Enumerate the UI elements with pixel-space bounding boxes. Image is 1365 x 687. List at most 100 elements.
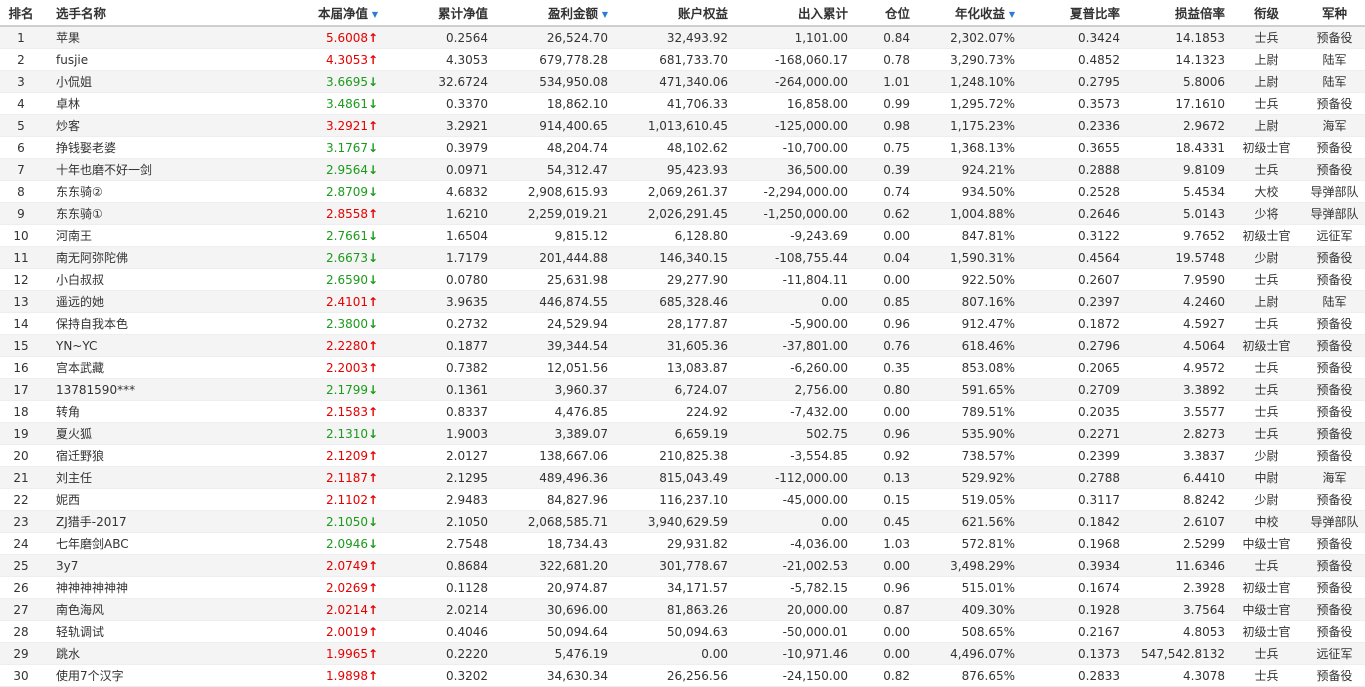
arrow-down-icon: ↓ [368,250,379,265]
cell-player-name[interactable]: 河南王 [42,224,242,247]
table-row[interactable]: 14 保持自我本色 2.3800↓ 0.2732 24,529.94 28,177.87-… [0,312,1365,335]
table-row[interactable]: 8 东东骑② 2.8709↓ 4.6832 2,908,615.93 2,069,261.… [0,180,1365,203]
cell-player-name[interactable]: 遥远的她 [42,290,242,313]
header-current-nav[interactable]: 本届净值 ▼ [242,0,382,27]
cell-flow: -24,150.00 [732,664,852,687]
cell-player-name[interactable]: 轻轨调试 [42,620,242,643]
cell-pl-ratio: 547,542.8132 [1124,642,1229,665]
cell-player-name[interactable]: YN~YC [42,334,242,357]
table-row[interactable]: 3 小侃姐 3.6695↓ 32.6724 534,950.08 471,340.06 -2… [0,70,1365,93]
table-row[interactable]: 17 13781590*** 2.1799↓ 0.1361 3,960.37 6,724.… [0,378,1365,401]
sort-down-icon[interactable]: ▼ [368,10,378,19]
cell-cumulative-nav: 3.2921 [382,114,492,137]
cell-player-name[interactable]: fusjie [42,48,242,71]
table-row[interactable]: 21 刘主任 2.1187↑ 2.1295 489,496.36 815,043.49 -1… [0,466,1365,489]
table-row[interactable]: 24 七年磨剑ABC 2.0946↓ 2.7548 18,734.43 29,931.82… [0,532,1365,555]
arrow-up-icon: ↑ [368,404,379,419]
table-row[interactable]: 1 苹果 5.6008↑ 0.2564 26,524.70 32,493.92 1,101.… [0,26,1365,49]
table-row[interactable]: 29 跳水 1.9965↑ 0.2220 5,476.19 0.00 -10,971.46 0… [0,642,1365,665]
cell-rank-title: 少将 [1229,202,1304,225]
cell-player-name[interactable]: 使用7个汉字 [42,664,242,687]
sort-down-icon[interactable]: ▼ [1005,10,1015,19]
table-row[interactable]: 2 fusjie 4.3053↑ 4.3053 679,778.28 681,733.70… [0,48,1365,71]
cell-player-name[interactable]: 炒客 [42,114,242,137]
cell-player-name[interactable]: 保持自我本色 [42,312,242,335]
cell-player-name[interactable]: 七年磨剑ABC [42,532,242,555]
cell-player-name[interactable]: 小白叔叔 [42,268,242,291]
cell-player-name[interactable]: 夏火狐 [42,422,242,445]
cell-flow: -21,002.53 [732,554,852,577]
cell-cumulative-nav: 0.7382 [382,356,492,379]
sort-down-icon[interactable]: ▼ [598,10,608,19]
cell-cumulative-nav: 0.2220 [382,642,492,665]
cell-sharpe: 0.2833 [1019,664,1124,687]
table-row[interactable]: 11 南无阿弥陀佛 2.6673↓ 1.7179 201,444.88 146,340.1… [0,246,1365,269]
cell-profit: 4,476.85 [492,400,612,423]
cell-player-name[interactable]: 妮西 [42,488,242,511]
table-row[interactable]: 28 轻轨调试 2.0019↑ 0.4046 50,094.64 50,094.63 -50… [0,620,1365,643]
arrow-up-icon: ↑ [368,52,379,67]
cell-position: 0.62 [852,202,914,225]
cell-player-name[interactable]: 小侃姐 [42,70,242,93]
cell-player-name[interactable]: 宿迁野狼 [42,444,242,467]
cell-player-name[interactable]: 南无阿弥陀佛 [42,246,242,269]
cell-player-name[interactable]: 转角 [42,400,242,423]
cell-player-name[interactable]: 南色海风 [42,598,242,621]
table-row[interactable]: 13 遥远的她 2.4101↑ 3.9635 446,874.55 685,328.46 0… [0,290,1365,313]
table-row[interactable]: 12 小白叔叔 2.6590↓ 0.0780 25,631.98 29,277.90 -11… [0,268,1365,291]
cell-player-name[interactable]: 苹果 [42,26,242,49]
cell-rank-title: 士兵 [1229,268,1304,291]
table-row[interactable]: 22 妮西 2.1102↑ 2.9483 84,827.96 116,237.10 -45,… [0,488,1365,511]
cell-annual-return: 912.47% [914,312,1019,335]
cell-player-name[interactable]: 东东骑① [42,202,242,225]
cell-profit: 138,667.06 [492,444,612,467]
cell-player-name[interactable]: 跳水 [42,642,242,665]
cell-player-name[interactable]: 刘主任 [42,466,242,489]
header-annual-return[interactable]: 年化收益 ▼ [914,0,1019,27]
table-row[interactable]: 20 宿迁野狼 2.1209↑ 2.0127 138,667.06 210,825.38-… [0,444,1365,467]
table-row[interactable]: 7 十年也磨不好一剑 2.9564↓ 0.0971 54,312.47 95,423.93… [0,158,1365,181]
cell-current-nav: 2.0269↑ [242,576,382,599]
cell-player-name[interactable]: 宫本武藏 [42,356,242,379]
nav-value: 3.1767 [326,140,368,155]
cell-equity: 6,724.07 [612,378,732,401]
cell-sharpe: 0.2167 [1019,620,1124,643]
table-row[interactable]: 5 炒客 3.2921↑ 3.2921 914,400.65 1,013,610.45 -1… [0,114,1365,137]
cell-annual-return: 1,175.23% [914,114,1019,137]
cell-player-name[interactable]: 神神神神神神 [42,576,242,599]
nav-value: 2.8558 [326,206,368,221]
table-row[interactable]: 23 ZJ猎手-2017 2.1050↓ 2.1050 2,068,585.71 3,94… [0,510,1365,533]
cell-cumulative-nav: 0.2564 [382,26,492,49]
cell-player-name[interactable]: 13781590*** [42,378,242,401]
table-row[interactable]: 4 卓林 3.4861↓ 0.3370 18,862.10 41,706.33 16,858… [0,92,1365,115]
cell-sharpe: 0.2065 [1019,356,1124,379]
cell-player-name[interactable]: 十年也磨不好一剑 [42,158,242,181]
cell-position: 0.39 [852,158,914,181]
cell-player-name[interactable]: ZJ猎手-2017 [42,510,242,533]
table-row[interactable]: 16 宫本武藏 2.2003↑ 0.7382 12,051.56 13,083.87 -6,… [0,356,1365,379]
table-row[interactable]: 10 河南王 2.7661↓ 1.6504 9,815.12 6,128.80 -9,243… [0,224,1365,247]
table-row[interactable]: 19 夏火狐 2.1310↓ 1.9003 3,389.07 6,659.19 502.75… [0,422,1365,445]
cell-branch: 陆军 [1304,70,1365,93]
table-row[interactable]: 18 转角 2.1583↑ 0.8337 4,476.85 224.92 -7,432.00… [0,400,1365,423]
cell-branch: 陆军 [1304,290,1365,313]
table-row[interactable]: 26 神神神神神神 2.0269↑ 0.1128 20,974.87 34,171.57-… [0,576,1365,599]
table-row[interactable]: 25 3y7 2.0749↑ 0.8684 322,681.20 301,778.67 -2… [0,554,1365,577]
cell-branch: 预备役 [1304,664,1365,687]
cell-rank: 20 [0,444,42,467]
cell-player-name[interactable]: 3y7 [42,554,242,577]
table-row[interactable]: 9 东东骑① 2.8558↑ 1.6210 2,259,019.21 2,026,291.… [0,202,1365,225]
cell-sharpe: 0.2788 [1019,466,1124,489]
arrow-down-icon: ↓ [368,162,379,177]
arrow-down-icon: ↓ [368,536,379,551]
cell-player-name[interactable]: 东东骑② [42,180,242,203]
table-row[interactable]: 27 南色海风 2.0214↑ 2.0214 30,696.00 81,863.26 20,… [0,598,1365,621]
header-profit[interactable]: 盈利金额 ▼ [492,0,612,27]
table-row[interactable]: 6 挣钱娶老婆 3.1767↓ 0.3979 48,204.74 48,102.62 -10… [0,136,1365,159]
table-row[interactable]: 15 YN~YC 2.2280↑ 0.1877 39,344.54 31,605.36 -3… [0,334,1365,357]
cell-player-name[interactable]: 卓林 [42,92,242,115]
cell-sharpe: 0.2271 [1019,422,1124,445]
arrow-down-icon: ↓ [368,514,379,529]
cell-player-name[interactable]: 挣钱娶老婆 [42,136,242,159]
table-row[interactable]: 30 使用7个汉字 1.9898↑ 0.3202 34,630.34 26,256.56-… [0,664,1365,687]
